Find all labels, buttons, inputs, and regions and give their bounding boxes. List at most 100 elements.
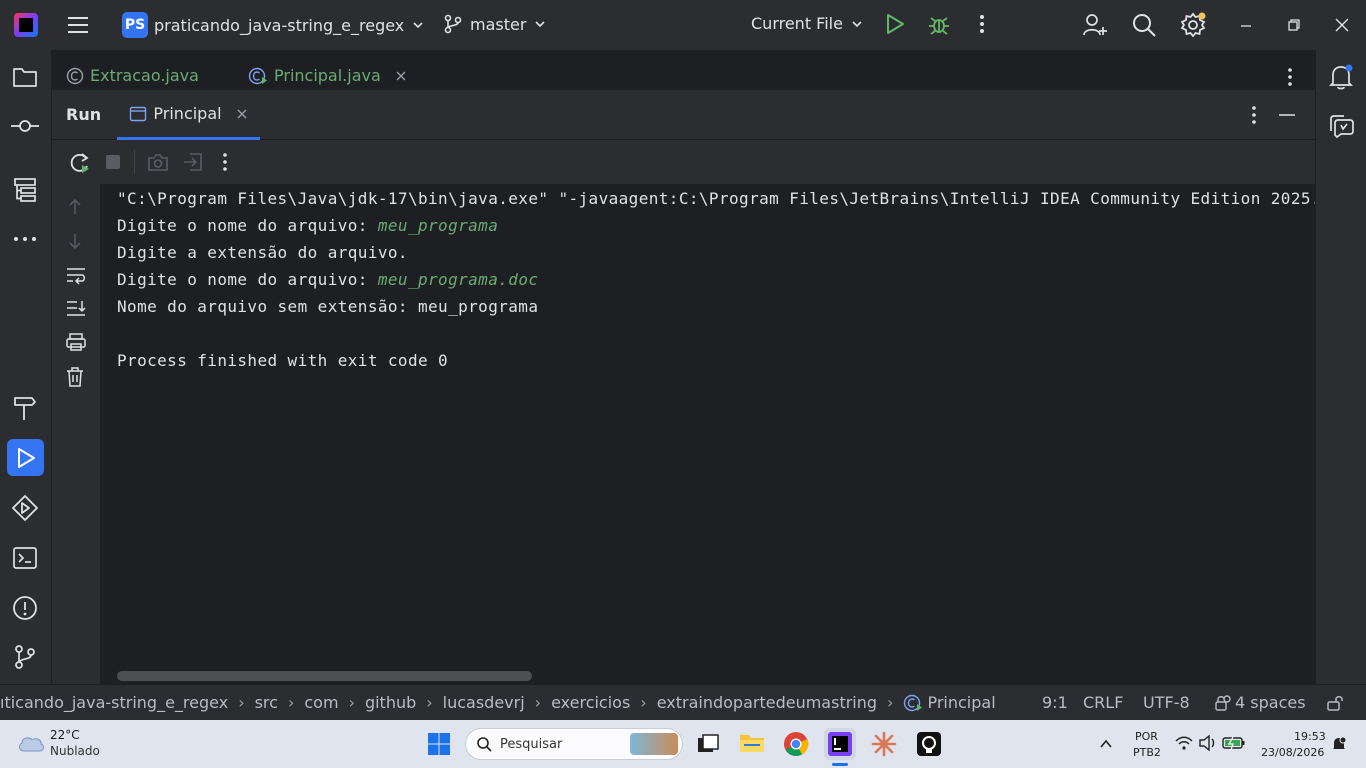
terminal-icon[interactable]	[10, 543, 40, 573]
file-encoding[interactable]: UTF-8	[1143, 693, 1190, 712]
structure-icon[interactable]	[10, 175, 40, 205]
weather-temp: 22°C	[50, 728, 80, 742]
run-tab-label: Principal	[153, 104, 222, 123]
settings-gear-icon[interactable]	[1180, 12, 1208, 38]
close-tab-icon[interactable]	[395, 70, 407, 82]
intellij-logo-icon[interactable]	[14, 13, 38, 37]
rerun-icon[interactable]	[69, 152, 91, 174]
arrow-up-icon[interactable]	[65, 197, 85, 217]
breadcrumb-item[interactable]: exercicios	[551, 693, 630, 712]
clear-trash-icon[interactable]	[65, 366, 85, 388]
branch-selector[interactable]: master	[444, 14, 546, 34]
tabs-more-icon[interactable]	[1282, 67, 1298, 87]
clock-time[interactable]: 19:53	[1294, 730, 1326, 743]
search-highlight-icon	[630, 733, 678, 755]
github-desktop-icon[interactable]	[916, 731, 942, 757]
left-tool-window-bar	[0, 50, 52, 684]
run-tool-icon[interactable]	[7, 439, 44, 476]
search-icon[interactable]	[1131, 12, 1157, 38]
indent-label: 4 spaces	[1235, 693, 1306, 712]
chevron-down-icon	[412, 19, 424, 31]
breadcrumb-item[interactable]: lucasdevrj	[443, 693, 525, 712]
console-line-prompt: Digite a extensão do arquivo.	[117, 243, 408, 262]
console-line-output: Nome do arquivo sem extensão: meu_progra…	[117, 297, 539, 316]
right-tool-window-bar	[1315, 50, 1366, 684]
breadcrumb-item[interactable]: Principal	[927, 693, 995, 712]
task-view-icon[interactable]	[696, 732, 720, 756]
editor-tabs: Extracao.java Principal.java	[52, 62, 1315, 90]
project-selector[interactable]: PS praticando_java-string_e_regex	[122, 12, 424, 38]
breadcrumb-item[interactable]: com	[304, 693, 338, 712]
intellij-taskbar-icon[interactable]	[824, 728, 856, 760]
restore-window-icon[interactable]	[1286, 17, 1302, 33]
caret-position[interactable]: 9:1	[1042, 693, 1068, 712]
more-vertical-icon[interactable]	[972, 12, 992, 36]
git-icon[interactable]	[10, 642, 40, 672]
run-config-selector[interactable]: Current File	[751, 14, 863, 33]
branch-name: master	[470, 14, 527, 34]
console-line-command: "C:\Program Files\Java\jdk-17\bin\java.e…	[117, 189, 1315, 208]
horizontal-scrollbar[interactable]	[117, 671, 532, 681]
commit-icon[interactable]	[10, 111, 40, 141]
file-explorer-icon[interactable]	[739, 731, 765, 755]
hide-panel-icon[interactable]	[1278, 106, 1296, 124]
breadcrumb-item[interactable]: github	[365, 693, 416, 712]
wifi-icon[interactable]	[1175, 735, 1193, 751]
toolbar-more-icon[interactable]	[217, 152, 233, 172]
console-icon	[129, 106, 147, 122]
toolbar-divider	[134, 150, 135, 174]
close-tab-icon[interactable]	[236, 108, 248, 120]
active-app-indicator	[832, 763, 848, 766]
breadcrumb-item[interactable]: ıticando_java-string_e_regex	[0, 693, 228, 712]
runnable-class-icon	[903, 694, 923, 712]
taskbar-search[interactable]: Pesquisar	[465, 728, 683, 760]
run-config-label: Current File	[751, 14, 843, 33]
cloudy-weather-icon[interactable]	[16, 731, 46, 753]
tab-principal[interactable]: Principal.java	[248, 66, 407, 85]
run-panel-options-icon[interactable]	[1246, 105, 1262, 125]
run-toolbar	[52, 140, 1315, 184]
console-output[interactable]: "C:\Program Files\Java\jdk-17\bin\java.e…	[100, 184, 1315, 684]
problems-icon[interactable]	[10, 593, 40, 623]
keyboard-layout[interactable]: PTB2	[1133, 746, 1161, 759]
notification-center-icon[interactable]	[1331, 736, 1347, 752]
ai-assistant-icon[interactable]	[1326, 111, 1356, 141]
prompt-text: Digite o nome do arquivo:	[117, 270, 378, 289]
close-window-icon[interactable]	[1334, 17, 1350, 33]
search-icon	[476, 736, 492, 752]
more-tools-icon[interactable]	[10, 224, 40, 254]
camera-icon[interactable]	[147, 152, 169, 172]
claude-icon[interactable]	[871, 731, 897, 757]
volume-icon[interactable]	[1198, 735, 1218, 751]
debug-icon[interactable]	[927, 12, 951, 36]
add-user-icon[interactable]	[1082, 12, 1108, 38]
user-input-text: meu_programa.doc	[377, 270, 539, 289]
chevron-up-icon[interactable]	[1099, 737, 1113, 751]
line-separator[interactable]: CRLF	[1083, 693, 1123, 712]
build-hammer-icon[interactable]	[10, 393, 40, 423]
breadcrumb-item[interactable]: extraindopartedeumastring	[657, 693, 877, 712]
keyboard-lang[interactable]: POR	[1135, 730, 1158, 743]
chrome-icon[interactable]	[783, 731, 809, 757]
stop-icon[interactable]	[105, 154, 121, 170]
arrow-down-icon[interactable]	[65, 231, 85, 251]
breadcrumb-item[interactable]: src	[255, 693, 278, 712]
windows-start-icon[interactable]	[427, 732, 451, 756]
main-menu-icon[interactable]	[67, 14, 89, 36]
restore-layout-icon[interactable]	[182, 152, 204, 172]
readonly-lock-icon[interactable]	[1326, 694, 1344, 712]
print-icon[interactable]	[65, 332, 87, 352]
minimize-window-icon[interactable]	[1238, 18, 1254, 34]
notifications-bell-icon[interactable]	[1326, 62, 1356, 92]
console-line-prompt: Digite o nome do arquivo: meu_programa	[117, 216, 498, 235]
battery-charging-icon[interactable]	[1222, 735, 1246, 751]
run-icon[interactable]	[884, 12, 906, 36]
soft-wrap-icon[interactable]	[65, 265, 87, 285]
clock-date[interactable]: 23/08/2026	[1261, 746, 1324, 759]
scroll-to-end-icon[interactable]	[65, 298, 87, 318]
services-icon[interactable]	[10, 493, 40, 523]
tab-extracao[interactable]: Extracao.java	[66, 66, 199, 85]
run-tab-principal[interactable]: Principal	[117, 90, 260, 140]
project-folder-icon[interactable]	[10, 62, 40, 92]
indent-setting[interactable]: 4 spaces	[1213, 693, 1306, 712]
